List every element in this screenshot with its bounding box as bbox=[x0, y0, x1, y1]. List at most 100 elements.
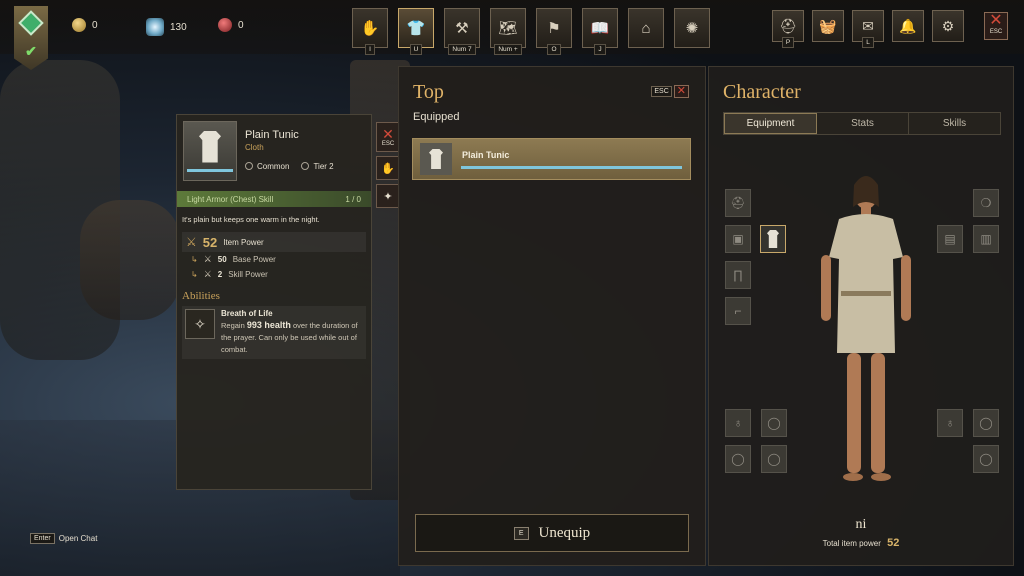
ability-card: ✧ Breath of Life Regain 993 health over … bbox=[182, 306, 366, 359]
character-tabs: Equipment Stats Skills bbox=[723, 112, 1001, 135]
ring-slot-3[interactable]: ◯ bbox=[761, 445, 787, 473]
ring-slot-2[interactable]: ◯ bbox=[725, 445, 751, 473]
tab-skills[interactable]: Skills bbox=[909, 113, 1000, 134]
base-power-value: 50 bbox=[217, 255, 227, 264]
total-power-label: Total item power bbox=[822, 539, 881, 548]
legs-slot[interactable]: ∏ bbox=[725, 261, 751, 289]
close-icon: ✕ bbox=[673, 85, 689, 98]
amulet-slot[interactable]: ♁ bbox=[725, 409, 751, 437]
pants-icon: ∏ bbox=[733, 268, 743, 282]
equipment-icon: 👕 bbox=[406, 19, 426, 37]
tab-equipment[interactable]: Equipment bbox=[724, 113, 817, 134]
top-hud: ✔ 0 130 0 ✋ I 👕 U ⚒ Num 7 🗺 Num + ⚑ O 📖 … bbox=[0, 0, 1024, 70]
ability-description: Regain 993 health over the duration of t… bbox=[221, 319, 363, 356]
durability-bar bbox=[187, 168, 233, 172]
market-button[interactable]: ⌂ bbox=[628, 8, 664, 48]
skill-value: 1 / 0 bbox=[345, 194, 361, 204]
ring-slot-1[interactable]: ◯ bbox=[761, 409, 787, 437]
rarity-icon bbox=[245, 162, 253, 170]
options-button[interactable]: ⚙ bbox=[932, 10, 964, 42]
ring-icon: ◯ bbox=[767, 416, 781, 430]
slot-title: Top bbox=[413, 81, 444, 103]
hotkey-label: E bbox=[513, 526, 529, 540]
crossed-swords-icon: ⚔ bbox=[186, 235, 197, 249]
faction-crest-icon[interactable]: ✔ bbox=[14, 6, 48, 70]
unequip-label: Unequip bbox=[538, 524, 591, 541]
crossed-swords-icon: ⚔ bbox=[203, 269, 212, 279]
ring-slot-4[interactable]: ◯ bbox=[973, 409, 999, 437]
abilities-heading: Abilities bbox=[182, 290, 220, 302]
crafting-button[interactable]: ⚒ Num 7 bbox=[444, 8, 480, 55]
salvage-button[interactable]: ✦ bbox=[376, 184, 400, 208]
chest-armor-icon: ▣ bbox=[732, 232, 744, 246]
top-slot[interactable] bbox=[760, 225, 786, 253]
bell-icon: 🔔 bbox=[899, 17, 917, 34]
tab-stats[interactable]: Stats bbox=[817, 113, 909, 134]
item-thumbnail bbox=[420, 143, 452, 175]
slot-panel: Top ESC ✕ Equipped Plain Tunic E Unequip bbox=[398, 66, 706, 566]
feet-slot[interactable]: ⌐ bbox=[725, 297, 751, 325]
hands-slot[interactable]: ▤ bbox=[937, 225, 963, 253]
amulet-icon: ♁ bbox=[733, 416, 743, 430]
esc-label: ESC bbox=[381, 140, 395, 147]
cloak-slot[interactable]: ❍ bbox=[973, 189, 999, 217]
hotkey-label: U bbox=[409, 44, 423, 55]
gear-icon: ⚙ bbox=[941, 17, 955, 34]
notifications-button[interactable]: 🔔 bbox=[892, 10, 924, 42]
character-name: ni bbox=[855, 517, 867, 532]
cloak-icon: ❍ bbox=[980, 196, 992, 210]
tree-branch-icon: ↳ bbox=[191, 270, 198, 279]
skill-power-value: 2 bbox=[217, 270, 223, 279]
earring-icon: ♁ bbox=[945, 416, 955, 430]
slot-panel-close[interactable]: ESC ✕ bbox=[651, 85, 689, 98]
chat-hint[interactable]: Enter Open Chat bbox=[30, 533, 97, 544]
ring-icon: ◯ bbox=[731, 452, 745, 466]
territory-button[interactable]: ⚑ O bbox=[536, 8, 572, 55]
item-power-row: ⚔ 52 Item Power bbox=[182, 232, 366, 252]
bracer-icon: ▥ bbox=[980, 232, 992, 246]
journal-button[interactable]: 📖 J bbox=[582, 8, 618, 55]
map-button[interactable]: 🗺 Num + bbox=[490, 8, 526, 55]
unequip-button[interactable]: E Unequip bbox=[415, 514, 689, 552]
ability-highlight: 993 health bbox=[246, 320, 291, 330]
esc-label: ESC bbox=[651, 86, 672, 97]
gloves-icon: ▤ bbox=[944, 232, 956, 246]
faction-token-icon bbox=[218, 18, 232, 32]
hotkey-label: J bbox=[594, 44, 606, 55]
inventory-icon: ✋ bbox=[360, 19, 380, 37]
hotkey-label: O bbox=[547, 44, 561, 55]
ring-icon: ◯ bbox=[979, 416, 993, 430]
tier-label: Tier 2 bbox=[313, 162, 334, 171]
hotkey-label: Enter bbox=[30, 533, 55, 544]
close-menu-button[interactable]: ✕ ESC bbox=[984, 12, 1008, 40]
book-icon: 📖 bbox=[590, 19, 610, 37]
equipped-item-row[interactable]: Plain Tunic bbox=[412, 138, 691, 180]
faction-value: 0 bbox=[238, 19, 244, 31]
chest-slot[interactable]: ▣ bbox=[725, 225, 751, 253]
head-slot[interactable]: ⛑ bbox=[725, 189, 751, 217]
tooltip-header: Plain Tunic Cloth Common Tier 2 bbox=[177, 115, 371, 181]
company-button[interactable]: ⛑ P bbox=[772, 10, 804, 48]
character-model bbox=[821, 176, 911, 481]
mail-button[interactable]: ✉ L bbox=[852, 10, 884, 48]
tooltip-close-button[interactable]: ✕ ESC bbox=[376, 122, 400, 152]
tunic-icon bbox=[199, 130, 221, 163]
coin-currency: 0 bbox=[72, 18, 98, 32]
offhand-slot[interactable]: ▥ bbox=[973, 225, 999, 253]
ring-slot-5[interactable]: ◯ bbox=[973, 445, 999, 473]
equipment-button[interactable]: 👕 U bbox=[398, 8, 434, 55]
inventory-button[interactable]: ✋ I bbox=[352, 8, 388, 55]
social-menu-bar: ⛑ P 🧺 ✉ L 🔔 ⚙ bbox=[772, 10, 964, 48]
helmet-icon: ⛑ bbox=[730, 196, 746, 210]
earring-slot[interactable]: ♁ bbox=[937, 409, 963, 437]
hotkey-label: Num 7 bbox=[448, 44, 476, 55]
tooltip-actions: ✕ ESC ✋ ✦ bbox=[376, 122, 400, 208]
check-icon: ✔ bbox=[25, 43, 37, 59]
wheel-button[interactable]: ✺ bbox=[674, 8, 710, 48]
close-icon: ✕ bbox=[989, 12, 1003, 29]
store-button[interactable]: 🧺 bbox=[812, 10, 844, 42]
compare-button[interactable]: ✋ bbox=[376, 156, 400, 180]
tunic-icon bbox=[429, 149, 443, 169]
item-power-label: Item Power bbox=[223, 237, 264, 247]
coin-icon bbox=[72, 18, 86, 32]
